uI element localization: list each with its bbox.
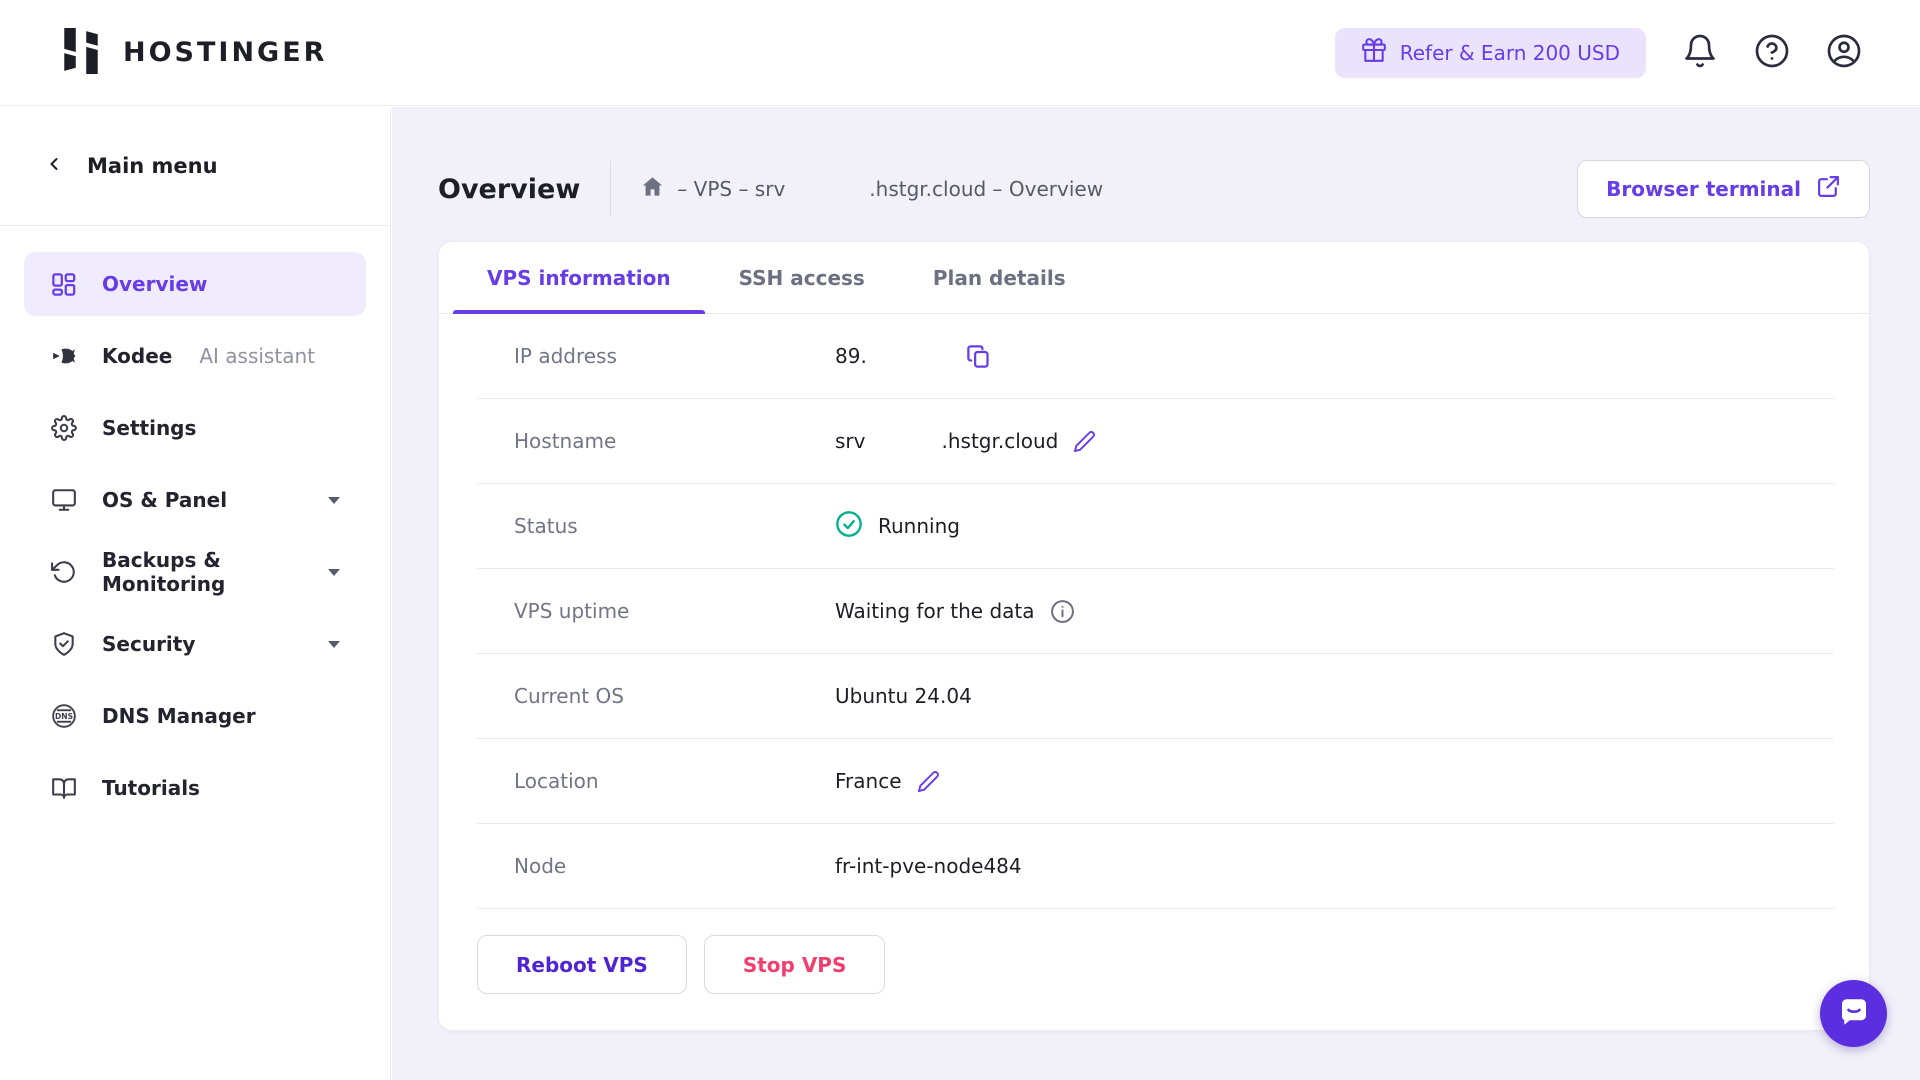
sidebar-item-label: OS & Panel xyxy=(102,488,227,512)
refer-earn-button[interactable]: Refer & Earn 200 USD xyxy=(1335,28,1646,78)
vps-overview-card: VPS information SSH access Plan details … xyxy=(438,241,1870,1031)
tab-label: SSH access xyxy=(739,266,865,290)
tab-label: VPS information xyxy=(487,266,671,290)
breadcrumb-text-prefix: – VPS – srv xyxy=(677,177,785,201)
brand-name: HOSTINGER xyxy=(123,37,327,68)
ip-address-value: 89. xyxy=(835,344,867,368)
status-running-icon xyxy=(835,510,863,543)
question-circle-icon xyxy=(1754,33,1790,72)
edit-icon[interactable] xyxy=(917,770,940,793)
sidebar-item-backups-monitoring[interactable]: Backups & Monitoring xyxy=(24,540,366,604)
support-chat-button[interactable] xyxy=(1820,980,1887,1047)
sidebar-item-kodee[interactable]: Kodee AI assistant xyxy=(24,324,366,388)
bell-icon xyxy=(1682,33,1718,72)
breadcrumb: – VPS – srv .hstgr.cloud – Overview xyxy=(641,175,1103,203)
tab-vps-information[interactable]: VPS information xyxy=(453,242,705,313)
tab-plan-details[interactable]: Plan details xyxy=(899,242,1100,313)
sidebar-item-label: Tutorials xyxy=(102,776,200,800)
sidebar-item-label: Kodee xyxy=(102,344,172,368)
sidebar-item-label: Settings xyxy=(102,416,196,440)
svg-text:DNS: DNS xyxy=(54,712,72,721)
copy-icon[interactable] xyxy=(965,343,992,370)
refer-earn-label: Refer & Earn 200 USD xyxy=(1400,41,1620,65)
notifications-button[interactable] xyxy=(1682,33,1718,72)
sidebar-item-tutorials[interactable]: Tutorials xyxy=(24,756,366,820)
table-row-node: Node fr-int-pve-node484 xyxy=(477,824,1834,909)
sidebar-item-security[interactable]: Security xyxy=(24,612,366,676)
edit-icon[interactable] xyxy=(1073,430,1096,453)
location-value: France xyxy=(835,769,902,793)
sidebar-item-label: DNS Manager xyxy=(102,704,256,728)
top-header: HOSTINGER Refer & Earn 200 USD xyxy=(0,0,1920,106)
hostname-value-suffix: .hstgr.cloud xyxy=(941,429,1058,453)
hostinger-logo-icon xyxy=(59,28,103,78)
restore-icon xyxy=(50,559,77,586)
monitor-icon xyxy=(50,487,77,514)
breadcrumb-text-suffix: .hstgr.cloud – Overview xyxy=(869,177,1103,201)
help-button[interactable] xyxy=(1754,33,1790,72)
hostname-value-prefix: srv xyxy=(835,429,865,453)
status-badge: Running xyxy=(878,514,960,538)
row-label: Current OS xyxy=(477,684,835,708)
info-icon[interactable] xyxy=(1050,599,1075,624)
sidebar-item-label: Overview xyxy=(102,272,207,296)
row-label: Node xyxy=(477,854,835,878)
kodee-suffix-label: AI assistant xyxy=(199,344,315,368)
sidebar-item-label: Security xyxy=(102,632,195,656)
sidebar-item-settings[interactable]: Settings xyxy=(24,396,366,460)
row-label: Hostname xyxy=(477,429,835,453)
home-icon[interactable] xyxy=(641,175,664,203)
chat-bubble-icon xyxy=(1836,994,1872,1033)
sidebar-menu: Overview Kodee AI assistant Settings xyxy=(0,226,390,846)
back-to-main-menu[interactable]: Main menu xyxy=(0,107,390,226)
browser-terminal-label: Browser terminal xyxy=(1606,177,1801,201)
dns-icon: DNS xyxy=(50,703,77,730)
stop-vps-button[interactable]: Stop VPS xyxy=(704,935,886,994)
chevron-left-icon xyxy=(44,154,64,179)
table-row-location: Location France xyxy=(477,739,1834,824)
row-label: IP address xyxy=(477,344,835,368)
tab-bar: VPS information SSH access Plan details xyxy=(439,242,1869,314)
row-label: Status xyxy=(477,514,835,538)
tab-label: Plan details xyxy=(933,266,1066,290)
sidebar-item-label: Backups & Monitoring xyxy=(102,548,303,596)
kodee-icon xyxy=(50,343,77,370)
chevron-down-icon xyxy=(328,497,340,504)
sidebar-item-overview[interactable]: Overview xyxy=(24,252,366,316)
tab-ssh-access[interactable]: SSH access xyxy=(705,242,899,313)
table-row-current-os: Current OS Ubuntu 24.04 xyxy=(477,654,1834,739)
book-icon xyxy=(50,775,77,802)
vertical-divider xyxy=(610,161,611,217)
sidebar: Main menu Overview Kodee AI xyxy=(0,107,391,1080)
chevron-down-icon xyxy=(328,641,340,648)
table-row-status: Status Running xyxy=(477,484,1834,569)
page-title: Overview xyxy=(438,174,580,205)
row-label: VPS uptime xyxy=(477,599,835,623)
external-link-icon xyxy=(1816,174,1841,204)
node-value: fr-int-pve-node484 xyxy=(835,854,1022,878)
account-button[interactable] xyxy=(1826,33,1862,72)
account-icon xyxy=(1826,33,1862,72)
row-label: Location xyxy=(477,769,835,793)
shield-check-icon xyxy=(50,631,77,658)
dashboard-icon xyxy=(50,271,77,298)
gear-icon xyxy=(50,415,77,442)
chevron-down-icon xyxy=(328,569,340,576)
table-row-ip-address: IP address 89. xyxy=(477,314,1834,399)
table-row-hostname: Hostname srv .hstgr.cloud xyxy=(477,399,1834,484)
sidebar-item-dns-manager[interactable]: DNS DNS Manager xyxy=(24,684,366,748)
gift-icon xyxy=(1361,37,1387,68)
browser-terminal-button[interactable]: Browser terminal xyxy=(1577,160,1870,218)
hostinger-logo[interactable]: HOSTINGER xyxy=(59,28,327,78)
vps-uptime-value: Waiting for the data xyxy=(835,599,1035,623)
reboot-vps-button[interactable]: Reboot VPS xyxy=(477,935,687,994)
main-menu-label: Main menu xyxy=(87,154,218,178)
sidebar-item-os-panel[interactable]: OS & Panel xyxy=(24,468,366,532)
table-row-vps-uptime: VPS uptime Waiting for the data xyxy=(477,569,1834,654)
main-content: Overview – VPS – srv .hstgr.cloud – Over… xyxy=(392,107,1920,1080)
vps-details-table: IP address 89. Hostname srv xyxy=(439,314,1869,909)
current-os-value: Ubuntu 24.04 xyxy=(835,684,972,708)
